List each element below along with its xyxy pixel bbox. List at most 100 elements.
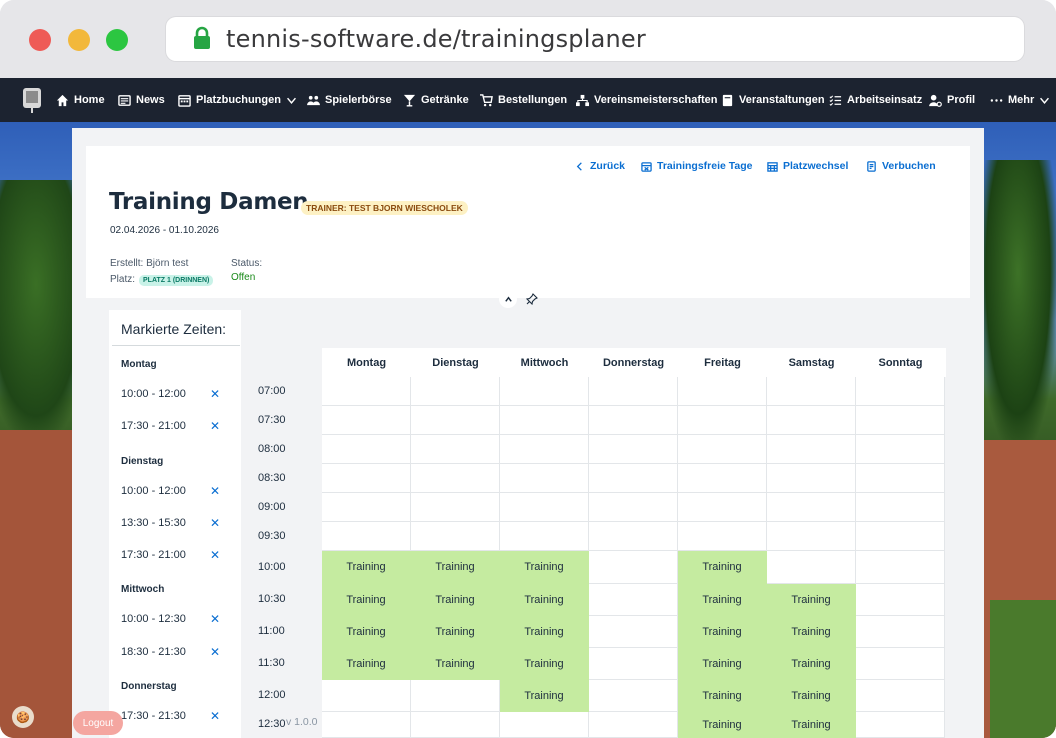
url-text[interactable]: tennis-software.de/trainingsplaner [226, 25, 646, 53]
nav-vereinsmeisterschaften[interactable]: Vereinsmeisterschaften [576, 78, 718, 122]
nav-veranstaltungen[interactable]: Veranstaltungen [721, 78, 825, 122]
empty-slot[interactable] [500, 522, 589, 551]
empty-slot[interactable] [322, 522, 411, 551]
empty-slot[interactable] [322, 712, 411, 738]
empty-slot[interactable] [678, 522, 767, 551]
pin-header-button[interactable] [523, 290, 541, 308]
remove-slot-icon[interactable]: ✕ [210, 709, 220, 723]
empty-slot[interactable] [589, 406, 678, 435]
empty-slot[interactable] [411, 680, 500, 712]
training-slot[interactable]: Training [411, 616, 500, 648]
empty-slot[interactable] [411, 377, 500, 406]
training-slot[interactable]: Training [767, 616, 856, 648]
empty-slot[interactable] [856, 377, 945, 406]
nav-mehr[interactable]: Mehr [990, 78, 1050, 122]
empty-slot[interactable] [500, 712, 589, 738]
nav-news[interactable]: News [118, 78, 165, 122]
empty-slot[interactable] [589, 522, 678, 551]
training-slot[interactable]: Training [411, 551, 500, 584]
empty-slot[interactable] [678, 435, 767, 464]
empty-slot[interactable] [767, 522, 856, 551]
empty-slot[interactable] [589, 464, 678, 493]
nav-home[interactable]: Home [56, 78, 105, 122]
club-logo[interactable] [22, 86, 42, 114]
training-slot[interactable]: Training [678, 648, 767, 680]
training-slot[interactable]: Training [678, 712, 767, 738]
empty-slot[interactable] [678, 464, 767, 493]
back-button[interactable]: Zurück [574, 159, 625, 173]
minimize-window-button[interactable] [68, 29, 90, 51]
training-slot[interactable]: Training [767, 680, 856, 712]
training-slot[interactable]: Training [767, 712, 856, 738]
close-window-button[interactable] [29, 29, 51, 51]
training-slot[interactable]: Training [767, 584, 856, 616]
empty-slot[interactable] [589, 648, 678, 680]
empty-slot[interactable] [856, 522, 945, 551]
empty-slot[interactable] [856, 648, 945, 680]
training-slot[interactable]: Training [500, 551, 589, 584]
training-slot[interactable]: Training [411, 648, 500, 680]
training-slot[interactable]: Training [500, 648, 589, 680]
empty-slot[interactable] [500, 464, 589, 493]
collapse-header-button[interactable] [499, 290, 517, 308]
training-slot[interactable]: Training [411, 584, 500, 616]
nav-bestellungen[interactable]: Bestellungen [480, 78, 567, 122]
empty-slot[interactable] [322, 435, 411, 464]
remove-slot-icon[interactable]: ✕ [210, 612, 220, 626]
empty-slot[interactable] [411, 493, 500, 522]
empty-slot[interactable] [767, 493, 856, 522]
cookie-settings-icon[interactable]: 🍪 [12, 706, 34, 728]
empty-slot[interactable] [678, 493, 767, 522]
book-button[interactable]: Verbuchen [866, 159, 936, 173]
empty-slot[interactable] [589, 435, 678, 464]
training-slot[interactable]: Training [322, 551, 411, 584]
empty-slot[interactable] [411, 522, 500, 551]
empty-slot[interactable] [589, 377, 678, 406]
empty-slot[interactable] [411, 712, 500, 738]
empty-slot[interactable] [589, 616, 678, 648]
nav-profil[interactable]: Profil [929, 78, 975, 122]
training-slot[interactable]: Training [322, 648, 411, 680]
maximize-window-button[interactable] [106, 29, 128, 51]
training-slot[interactable]: Training [678, 616, 767, 648]
empty-slot[interactable] [856, 435, 945, 464]
empty-slot[interactable] [767, 377, 856, 406]
empty-slot[interactable] [322, 493, 411, 522]
empty-slot[interactable] [767, 551, 856, 584]
training-slot[interactable]: Training [678, 551, 767, 584]
training-slot[interactable]: Training [678, 584, 767, 616]
training-slot[interactable]: Training [500, 616, 589, 648]
training-slot[interactable]: Training [322, 616, 411, 648]
empty-slot[interactable] [500, 377, 589, 406]
empty-slot[interactable] [678, 377, 767, 406]
free-days-button[interactable]: Trainingsfreie Tage [641, 159, 753, 173]
empty-slot[interactable] [589, 493, 678, 522]
empty-slot[interactable] [500, 406, 589, 435]
empty-slot[interactable] [322, 464, 411, 493]
empty-slot[interactable] [856, 584, 945, 616]
empty-slot[interactable] [411, 435, 500, 464]
training-slot[interactable]: Training [767, 648, 856, 680]
empty-slot[interactable] [856, 493, 945, 522]
court-change-button[interactable]: Platzwechsel [767, 159, 848, 173]
nav-spielerboerse[interactable]: Spielerbörse [307, 78, 392, 122]
remove-slot-icon[interactable]: ✕ [210, 419, 220, 433]
empty-slot[interactable] [500, 493, 589, 522]
empty-slot[interactable] [500, 435, 589, 464]
nav-platzbuchungen[interactable]: Platzbuchungen [178, 78, 297, 122]
empty-slot[interactable] [856, 680, 945, 712]
empty-slot[interactable] [589, 551, 678, 584]
remove-slot-icon[interactable]: ✕ [210, 387, 220, 401]
empty-slot[interactable] [322, 680, 411, 712]
logout-button[interactable]: Logout [73, 711, 123, 735]
empty-slot[interactable] [678, 406, 767, 435]
remove-slot-icon[interactable]: ✕ [210, 645, 220, 659]
empty-slot[interactable] [589, 584, 678, 616]
remove-slot-icon[interactable]: ✕ [210, 516, 220, 530]
empty-slot[interactable] [411, 406, 500, 435]
empty-slot[interactable] [322, 377, 411, 406]
empty-slot[interactable] [322, 406, 411, 435]
training-slot[interactable]: Training [500, 584, 589, 616]
empty-slot[interactable] [856, 464, 945, 493]
empty-slot[interactable] [767, 435, 856, 464]
